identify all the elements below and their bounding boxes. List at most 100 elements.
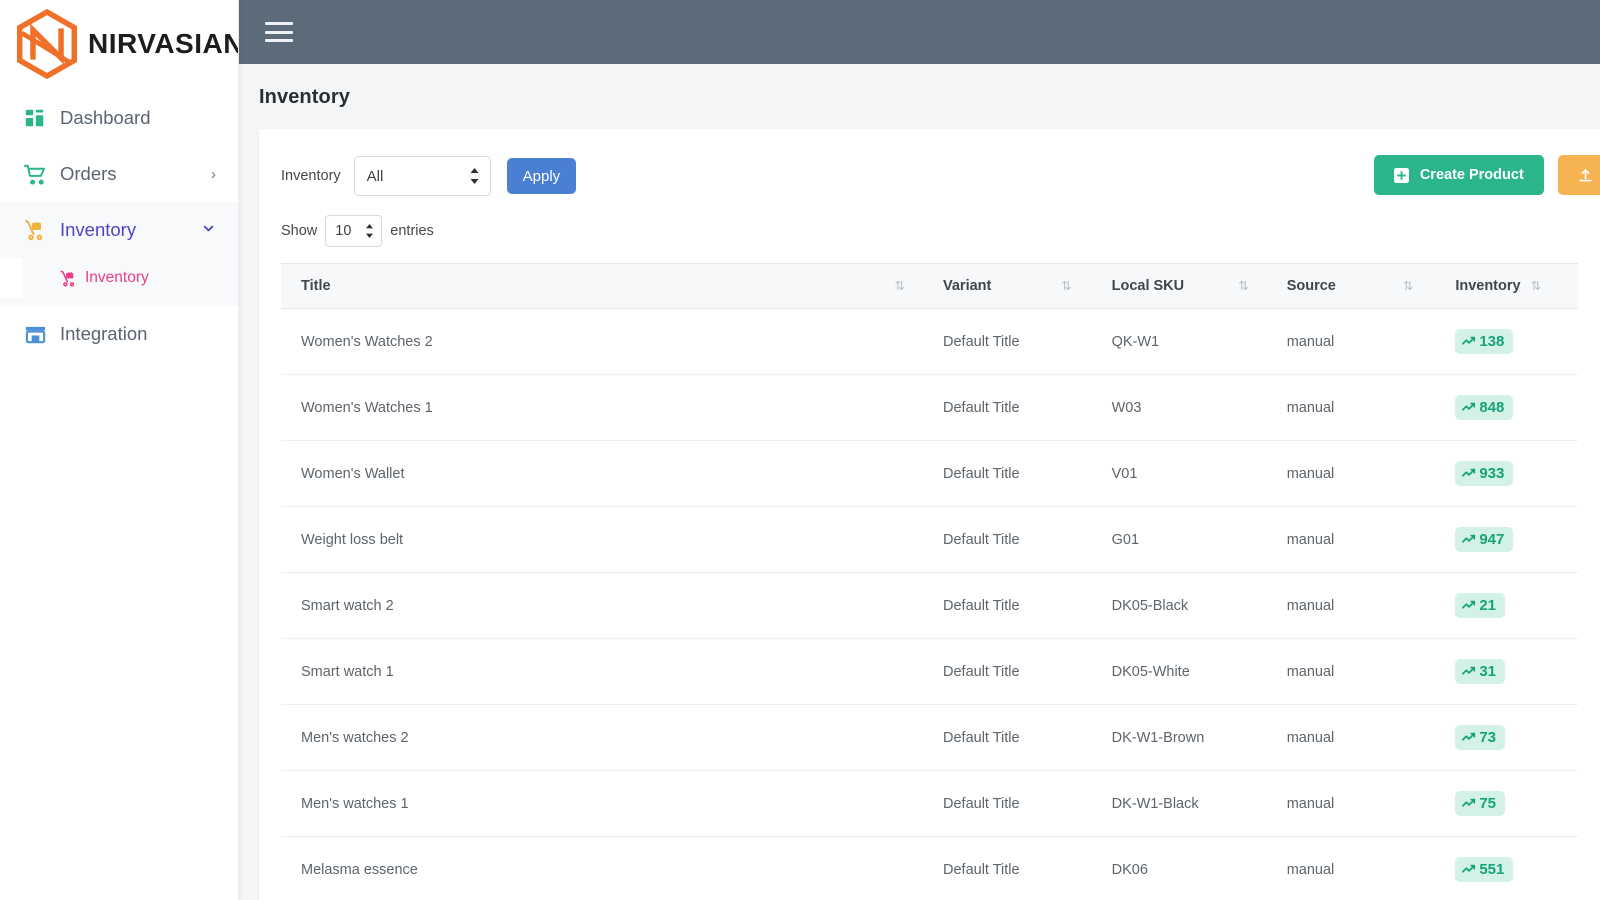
cell-source: manual [1266, 374, 1436, 441]
trending-up-icon [1462, 467, 1476, 481]
show-label: Show [281, 223, 318, 239]
cell-source: manual [1266, 704, 1436, 771]
cell-title: Smart watch 2 [281, 572, 923, 639]
cell-variant: Default Title [923, 308, 1092, 375]
cell-title: Weight loss belt [281, 506, 923, 573]
column-header-title[interactable]: Title ⇅ [281, 263, 923, 309]
inventory-badge: 947 [1455, 527, 1514, 552]
table-row[interactable]: Women's Wallet Default Title V01 manual 933 [281, 440, 1578, 507]
inventory-count: 75 [1479, 795, 1496, 812]
sort-updown-icon: ⇅ [894, 279, 905, 293]
cell-source: manual [1266, 308, 1436, 375]
table-row[interactable]: Smart watch 1 Default Title DK05-White manu… [281, 638, 1578, 705]
table-head: Title ⇅ Variant ⇅ Local SKU ⇅ Source ⇅ I… [281, 263, 1578, 309]
sidebar-item-dashboard[interactable]: Dashboard [0, 90, 238, 146]
shopping-cart-icon [22, 161, 48, 187]
trending-up-icon [1462, 863, 1476, 877]
trending-up-icon [1462, 665, 1476, 679]
nirvasian-logo-icon [8, 5, 86, 83]
sidebar-item-inventory[interactable]: Inventory [0, 202, 238, 258]
sort-updown-icon: ⇅ [1238, 279, 1249, 293]
table-row[interactable]: Women's Watches 2 Default Title QK-W1 manua… [281, 308, 1578, 375]
cell-inventory: 31 [1435, 638, 1578, 705]
cell-sku: DK-W1-Black [1091, 770, 1267, 837]
inventory-table-wrapper: Title ⇅ Variant ⇅ Local SKU ⇅ Source ⇅ I… [259, 263, 1600, 900]
table-row[interactable]: Weight loss belt Default Title G01 manual 94… [281, 506, 1578, 573]
cell-inventory: 947 [1435, 506, 1578, 573]
cell-title: Smart watch 1 [281, 638, 923, 705]
table-row[interactable]: Men's watches 2 Default Title DK-W1-Brown m… [281, 704, 1578, 771]
sidebar-subitem-inventory[interactable]: Inventory [0, 258, 238, 298]
filter-bar: Inventory All Apply Create Product [259, 155, 1600, 197]
inventory-badge: 933 [1455, 461, 1514, 486]
cell-sku: DK05-White [1091, 638, 1267, 705]
grid-icon [22, 105, 48, 131]
app-root: NIRVASIAN Dashboard Orders › Inventory I… [0, 0, 1600, 900]
entries-label: entries [390, 223, 434, 239]
sidebar-subitem-label: Inventory [85, 269, 149, 286]
column-header-source[interactable]: Source ⇅ [1266, 263, 1436, 309]
sort-updown-icon: ⇅ [1530, 279, 1542, 293]
trending-up-icon [1462, 335, 1476, 349]
brand-name: NIRVASIAN [88, 28, 239, 59]
cell-inventory: 75 [1435, 770, 1578, 837]
page-title: Inventory [259, 86, 350, 108]
inventory-filter-value: All [366, 167, 384, 185]
trending-up-icon [1462, 401, 1476, 415]
cell-variant: Default Title [923, 836, 1092, 900]
inventory-filter-label: Inventory [281, 168, 341, 184]
page-header: Inventory [239, 64, 1600, 129]
inventory-badge: 31 [1455, 659, 1505, 684]
table-header-row: Title ⇅ Variant ⇅ Local SKU ⇅ Source ⇅ I… [281, 263, 1578, 309]
select-updown-icon [365, 224, 374, 238]
sort-updown-icon: ⇅ [1061, 279, 1072, 293]
cell-sku: DK06 [1091, 836, 1267, 900]
column-label: Title [301, 278, 331, 294]
inventory-count: 31 [1479, 663, 1496, 680]
trending-up-icon [1462, 533, 1476, 547]
inventory-filter-select[interactable]: All [353, 156, 491, 196]
cell-sku: QK-W1 [1091, 308, 1267, 375]
cell-title: Melasma essence [281, 836, 923, 900]
trending-up-icon [1462, 797, 1476, 811]
inventory-count: 21 [1479, 597, 1496, 614]
apply-button[interactable]: Apply [506, 158, 577, 194]
column-label: Local SKU [1111, 278, 1185, 294]
cell-sku: G01 [1091, 506, 1267, 573]
hamburger-icon[interactable] [265, 20, 295, 44]
sidebar-item-integration[interactable]: Integration [0, 306, 238, 362]
create-product-button[interactable]: Create Product [1373, 155, 1544, 195]
inventory-badge: 551 [1455, 857, 1514, 882]
inventory-badge: 73 [1455, 725, 1505, 750]
cell-source: manual [1266, 836, 1436, 900]
cell-inventory: 848 [1435, 374, 1578, 441]
column-header-variant[interactable]: Variant ⇅ [923, 263, 1092, 309]
cell-source: manual [1266, 638, 1436, 705]
table-row[interactable]: Women's Watches 1 Default Title W03 manual 8… [281, 374, 1578, 441]
sidebar-item-orders[interactable]: Orders › [0, 146, 238, 202]
cell-variant: Default Title [923, 638, 1092, 705]
inventory-badge: 75 [1455, 791, 1505, 816]
cell-inventory: 21 [1435, 572, 1578, 639]
sidebar-nav: Dashboard Orders › Inventory Inventory I… [0, 88, 238, 362]
sidebar-item-label: Inventory [60, 219, 137, 240]
brand-header[interactable]: NIRVASIAN [0, 0, 238, 88]
cell-variant: Default Title [923, 440, 1092, 507]
table-row[interactable]: Melasma essence Default Title DK06 manual 55… [281, 836, 1578, 900]
column-header-local-sku[interactable]: Local SKU ⇅ [1091, 263, 1267, 309]
upload-button[interactable]: Uplo [1557, 155, 1600, 195]
create-product-label: Create Product [1419, 167, 1524, 183]
inventory-count: 73 [1479, 729, 1496, 746]
cell-inventory: 551 [1435, 836, 1578, 900]
trending-up-icon [1462, 599, 1476, 613]
cell-variant: Default Title [923, 506, 1092, 573]
entries-count-select[interactable]: 10 [325, 215, 383, 247]
table-row[interactable]: Men's watches 1 Default Title DK-W1-Black m… [281, 770, 1578, 837]
hand-truck-icon [58, 268, 78, 288]
inventory-badge: 21 [1455, 593, 1505, 618]
table-row[interactable]: Smart watch 2 Default Title DK05-Black manu… [281, 572, 1578, 639]
cell-sku: DK05-Black [1091, 572, 1267, 639]
top-navbar [239, 0, 1600, 64]
column-label: Source [1286, 278, 1336, 294]
column-header-inventory[interactable]: Inventory ⇅ [1435, 263, 1578, 309]
